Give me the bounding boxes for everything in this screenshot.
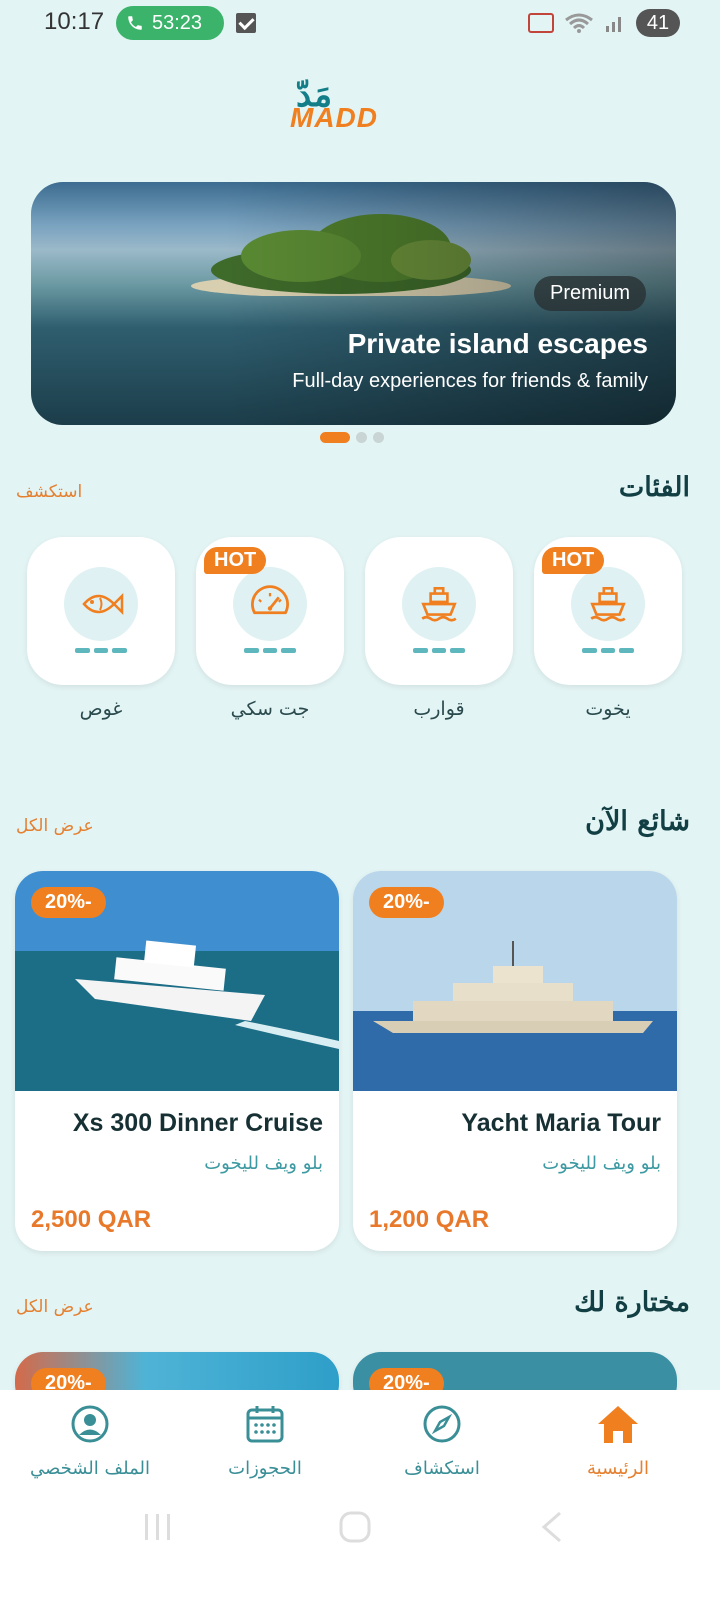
categories-title: الفئات [618,472,690,503]
card-price: 1,200 QAR [369,1206,490,1233]
call-timer-pill[interactable]: 53:23 [116,6,224,40]
picked-view-all-link[interactable]: عرض الكل [16,1297,94,1317]
carousel-dot-active[interactable] [320,432,350,443]
trending-card-yacht-maria[interactable]: 20%- Yacht Maria Tour بلو ويف لليخوت 1,2… [353,871,677,1251]
category-label: جت سكي [230,698,310,720]
logo-english: MADD [290,102,378,133]
yacht-image: 20%- [353,871,677,1091]
battery-indicator: 41 [636,9,680,37]
card-provider: بلو ويف لليخوت [542,1153,661,1174]
phone-icon [128,16,142,30]
carousel-dot[interactable] [373,432,384,443]
nav-explore[interactable]: استكشاف [352,1402,532,1492]
nav-profile[interactable]: الملف الشخصي [0,1402,180,1492]
status-time: 10:17 [44,8,105,35]
hot-badge: HOT [542,547,605,574]
fish-icon [64,567,138,641]
back-icon[interactable] [540,1510,564,1544]
ship-icon [402,567,476,641]
nav-bookings[interactable]: الحجوزات [175,1402,355,1492]
premium-badge: Premium [533,276,646,311]
calendar-icon [243,1402,287,1446]
hero-banner[interactable]: Premium Private island escapes Full-day … [31,182,676,425]
carousel-dot[interactable] [356,432,367,443]
category-yachts[interactable]: HOT [534,537,682,685]
discount-badge: 20%- [369,887,444,918]
compass-icon [420,1402,464,1446]
category-diving[interactable] [27,537,175,685]
nav-label: الملف الشخصي [30,1458,150,1479]
card-title: Yacht Maria Tour [461,1109,661,1137]
nav-label: الحجوزات [228,1458,302,1479]
nav-label: استكشاف [404,1458,480,1479]
explore-link[interactable]: استكشف [16,482,82,502]
category-label: غوص [79,698,123,720]
call-timer-text: 53:23 [152,11,203,34]
discount-badge: 20%- [31,887,106,918]
hero-title: Private island escapes [347,328,648,359]
signal-icon [606,17,621,32]
trending-view-all-link[interactable]: عرض الكل [16,816,94,836]
carousel-indicator[interactable] [320,432,384,443]
card-price: 2,500 QAR [31,1206,152,1233]
nav-label: الرئيسية [587,1458,649,1479]
category-jetski[interactable]: HOT [196,537,344,685]
cruise-image: 20%- [15,871,339,1091]
home-button-icon[interactable] [338,1510,372,1544]
wifi-icon [565,13,593,33]
card-provider: بلو ويف لليخوت [204,1153,323,1174]
profile-icon [68,1402,112,1446]
picked-title: مختارة لك [574,1287,690,1318]
cast-icon [528,13,554,33]
system-navigation-bar [0,1490,720,1570]
category-label: قوارب [413,698,465,720]
recent-apps-icon[interactable] [142,1512,174,1542]
hero-subtitle: Full-day experiences for friends & famil… [292,370,648,392]
nav-home[interactable]: الرئيسية [528,1402,708,1492]
card-title: Xs 300 Dinner Cruise [72,1109,323,1137]
ship-icon [571,567,645,641]
category-boats[interactable] [365,537,513,685]
status-bar: 10:17 53:23 41 [0,0,720,48]
trending-title: شائع الآن [585,806,690,837]
hot-badge: HOT [204,547,267,574]
home-icon [596,1402,640,1446]
app-logo: مَدّ MADD [288,78,418,133]
trending-card-dinner-cruise[interactable]: 20%- Xs 300 Dinner Cruise بلو ويف لليخوت… [15,871,339,1251]
speedometer-icon [233,567,307,641]
category-label: يخوت [585,698,631,720]
checkbox-notification-icon [236,13,256,33]
